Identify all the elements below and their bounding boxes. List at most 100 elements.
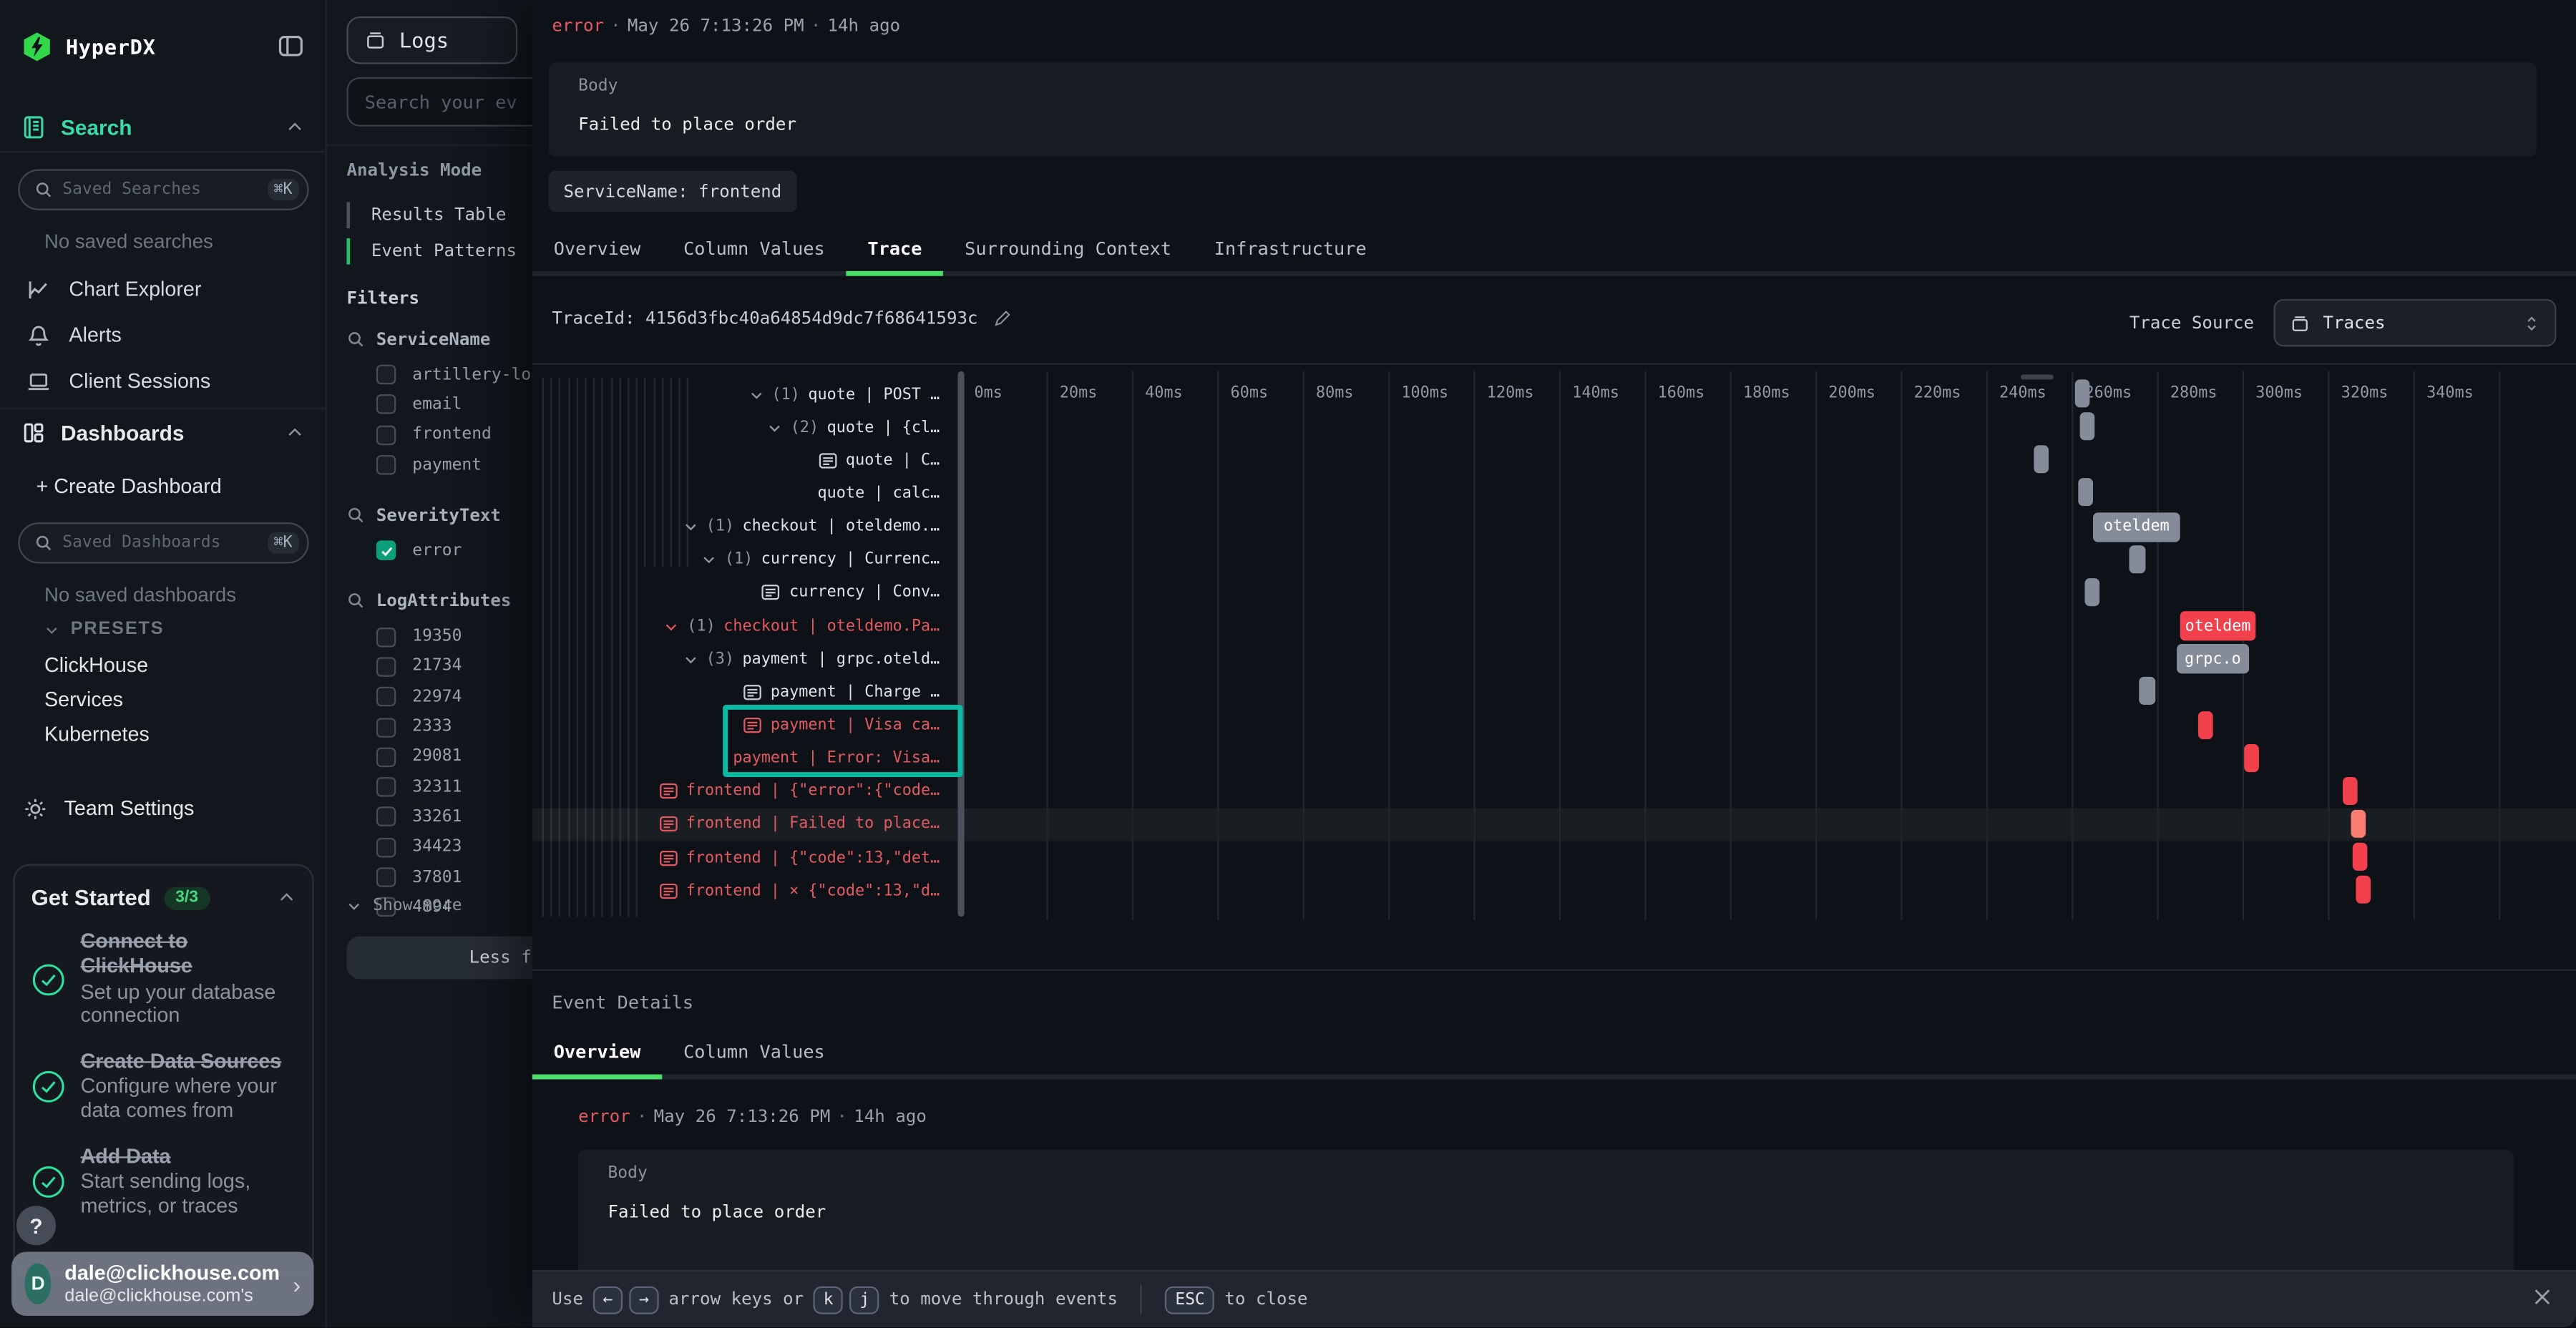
event-doc-icon xyxy=(658,816,678,834)
event-doc-icon xyxy=(658,849,678,866)
trace-source-select[interactable]: Traces xyxy=(2274,299,2557,347)
chevron-down-icon[interactable] xyxy=(702,552,717,567)
checkbox[interactable] xyxy=(376,425,396,445)
trace-span-row[interactable]: (1)checkout | oteldemo.Pa… xyxy=(532,610,953,643)
chevron-down-icon[interactable] xyxy=(664,619,679,634)
presets-toggle[interactable]: PRESETS xyxy=(44,620,164,640)
tab-surrounding-context[interactable]: Surrounding Context xyxy=(943,227,1193,276)
checkbox[interactable] xyxy=(376,867,396,887)
tab-column-values[interactable]: Column Values xyxy=(662,227,846,276)
trace-span-bar[interactable] xyxy=(2356,876,2371,904)
sidebar-item-label: Chart Explorer xyxy=(69,278,201,301)
detail-tabs: OverviewColumn ValuesTraceSurrounding Co… xyxy=(532,227,2576,276)
checkbox[interactable] xyxy=(376,687,396,707)
trace-span-row[interactable]: payment | Charge … xyxy=(532,675,953,708)
checkbox[interactable] xyxy=(376,395,396,415)
checkbox[interactable] xyxy=(376,455,396,475)
checkbox[interactable] xyxy=(376,777,396,797)
saved-dashboards-input[interactable]: Saved Dashboards ⌘K xyxy=(18,522,308,563)
trace-span-bar[interactable]: grpc.o xyxy=(2177,644,2249,673)
get-started-item[interactable]: Create Data SourcesConfigure where your … xyxy=(31,1050,296,1123)
trace-span-bar[interactable] xyxy=(2034,446,2049,474)
preset-item-services[interactable]: Services xyxy=(0,682,327,716)
sidebar-item-chart-explorer[interactable]: Chart Explorer xyxy=(0,266,327,312)
chevron-down-icon[interactable] xyxy=(748,387,763,402)
trace-span-bar[interactable] xyxy=(2351,810,2366,838)
event-details-tab-overview[interactable]: Overview xyxy=(532,1032,662,1080)
trace-span-bar[interactable] xyxy=(2244,743,2259,771)
trace-span-bar[interactable] xyxy=(2343,777,2358,805)
trace-span-bar[interactable] xyxy=(2129,545,2146,573)
trace-span-bar[interactable] xyxy=(2353,843,2368,871)
show-more-button[interactable]: Show more xyxy=(346,897,462,915)
trace-span-row[interactable]: frontend | {"code":13,"det… xyxy=(532,841,953,874)
tab-overview[interactable]: Overview xyxy=(532,227,662,276)
trace-span-bar[interactable] xyxy=(2198,711,2213,738)
trace-span-row[interactable]: (2)quote | {cl… xyxy=(532,411,953,444)
search-icon xyxy=(346,592,364,610)
checkbox[interactable] xyxy=(376,717,396,737)
checkbox[interactable] xyxy=(376,365,396,385)
team-settings-label: Team Settings xyxy=(64,797,195,820)
trace-span-bar[interactable] xyxy=(2075,379,2090,407)
preset-item-kubernetes[interactable]: Kubernetes xyxy=(0,716,327,751)
sidebar-item-search[interactable]: Search xyxy=(21,109,304,145)
trace-span-row[interactable]: frontend | Failed to place… xyxy=(532,808,953,841)
sidebar: HyperDX Search Saved Searches ⌘K No save… xyxy=(0,0,327,1327)
trace-span-row[interactable]: (1)checkout | oteldemo.… xyxy=(532,510,953,543)
trace-span-row[interactable]: quote | calc… xyxy=(532,477,953,510)
close-icon[interactable] xyxy=(2532,1286,2553,1308)
tab-infrastructure[interactable]: Infrastructure xyxy=(1193,227,1388,276)
checkbox[interactable] xyxy=(376,747,396,767)
trace-span-row[interactable]: (1)quote | POST … xyxy=(532,378,953,411)
create-dashboard-button[interactable]: + Create Dashboard xyxy=(36,475,222,498)
trace-span-bar[interactable] xyxy=(2085,578,2100,606)
analysis-mode-event-patterns[interactable]: Event Patterns xyxy=(346,233,517,270)
checkbox[interactable] xyxy=(376,807,396,827)
trace-span-row[interactable]: (1)currency | Currenc… xyxy=(532,543,953,576)
sidebar-item-client-sessions[interactable]: Client Sessions xyxy=(0,358,327,404)
trace-span-bar[interactable] xyxy=(2079,413,2094,441)
sidebar-item-dashboards[interactable]: Dashboards xyxy=(21,414,304,451)
user-account-button[interactable]: D dale@clickhouse.com dale@clickhouse.co… xyxy=(11,1251,313,1316)
trace-span-row[interactable]: frontend | × {"code":13,"d… xyxy=(532,874,953,907)
get-started-item[interactable]: Connect to ClickHouseSet up your databas… xyxy=(31,929,296,1028)
event-details-tab-column-values[interactable]: Column Values xyxy=(662,1032,846,1080)
sidebar-item-alerts[interactable]: Alerts xyxy=(0,312,327,358)
collapse-sidebar-icon[interactable] xyxy=(278,33,304,59)
trace-span-bar[interactable] xyxy=(2139,678,2155,706)
trace-span-row[interactable]: currency | Conv… xyxy=(532,577,953,610)
search-icon xyxy=(34,181,52,199)
chevron-up-icon[interactable] xyxy=(286,117,303,135)
checkbox[interactable] xyxy=(376,837,396,857)
trace-span-bar[interactable]: oteldem xyxy=(2093,512,2180,541)
checkbox-checked[interactable] xyxy=(376,541,396,561)
trace-span-bar[interactable] xyxy=(2078,479,2093,507)
timeline-scroll-thumb[interactable] xyxy=(2021,374,2054,379)
saved-searches-input[interactable]: Saved Searches ⌘K xyxy=(18,169,308,210)
chevron-down-icon[interactable] xyxy=(768,420,783,435)
get-started-item[interactable]: Add DataStart sending logs, metrics, or … xyxy=(31,1145,296,1219)
trace-span-bar[interactable]: oteldem xyxy=(2180,611,2256,640)
chevron-up-icon[interactable] xyxy=(278,889,296,907)
analysis-mode-results-table[interactable]: Results Table xyxy=(346,197,517,234)
tick-label: 40ms xyxy=(1145,384,1183,402)
event-search-placeholder: Search your ev xyxy=(365,91,517,112)
brand-name: HyperDX xyxy=(66,34,156,58)
checkbox[interactable] xyxy=(376,627,396,647)
sidebar-item-team-settings[interactable]: Team Settings xyxy=(23,790,306,826)
chevron-down-icon[interactable] xyxy=(683,652,698,667)
edit-pencil-icon[interactable] xyxy=(992,309,1013,329)
trace-span-row[interactable]: (3)payment | grpc.oteld… xyxy=(532,643,953,675)
tree-timeline-resizer[interactable] xyxy=(958,371,964,917)
trace-span-row[interactable]: quote | C… xyxy=(532,444,953,477)
preset-item-clickhouse[interactable]: ClickHouse xyxy=(0,648,327,682)
trace-span-row[interactable]: frontend | {"error":{"code… xyxy=(532,775,953,808)
chevron-down-icon[interactable] xyxy=(683,519,698,534)
checkbox[interactable] xyxy=(376,657,396,677)
help-button[interactable]: ? xyxy=(16,1206,56,1245)
source-select-button[interactable]: Logs xyxy=(346,16,517,64)
chevron-up-icon[interactable] xyxy=(286,423,303,441)
service-name-chip[interactable]: ServiceName: frontend xyxy=(549,171,796,212)
tab-trace[interactable]: Trace xyxy=(847,227,944,276)
